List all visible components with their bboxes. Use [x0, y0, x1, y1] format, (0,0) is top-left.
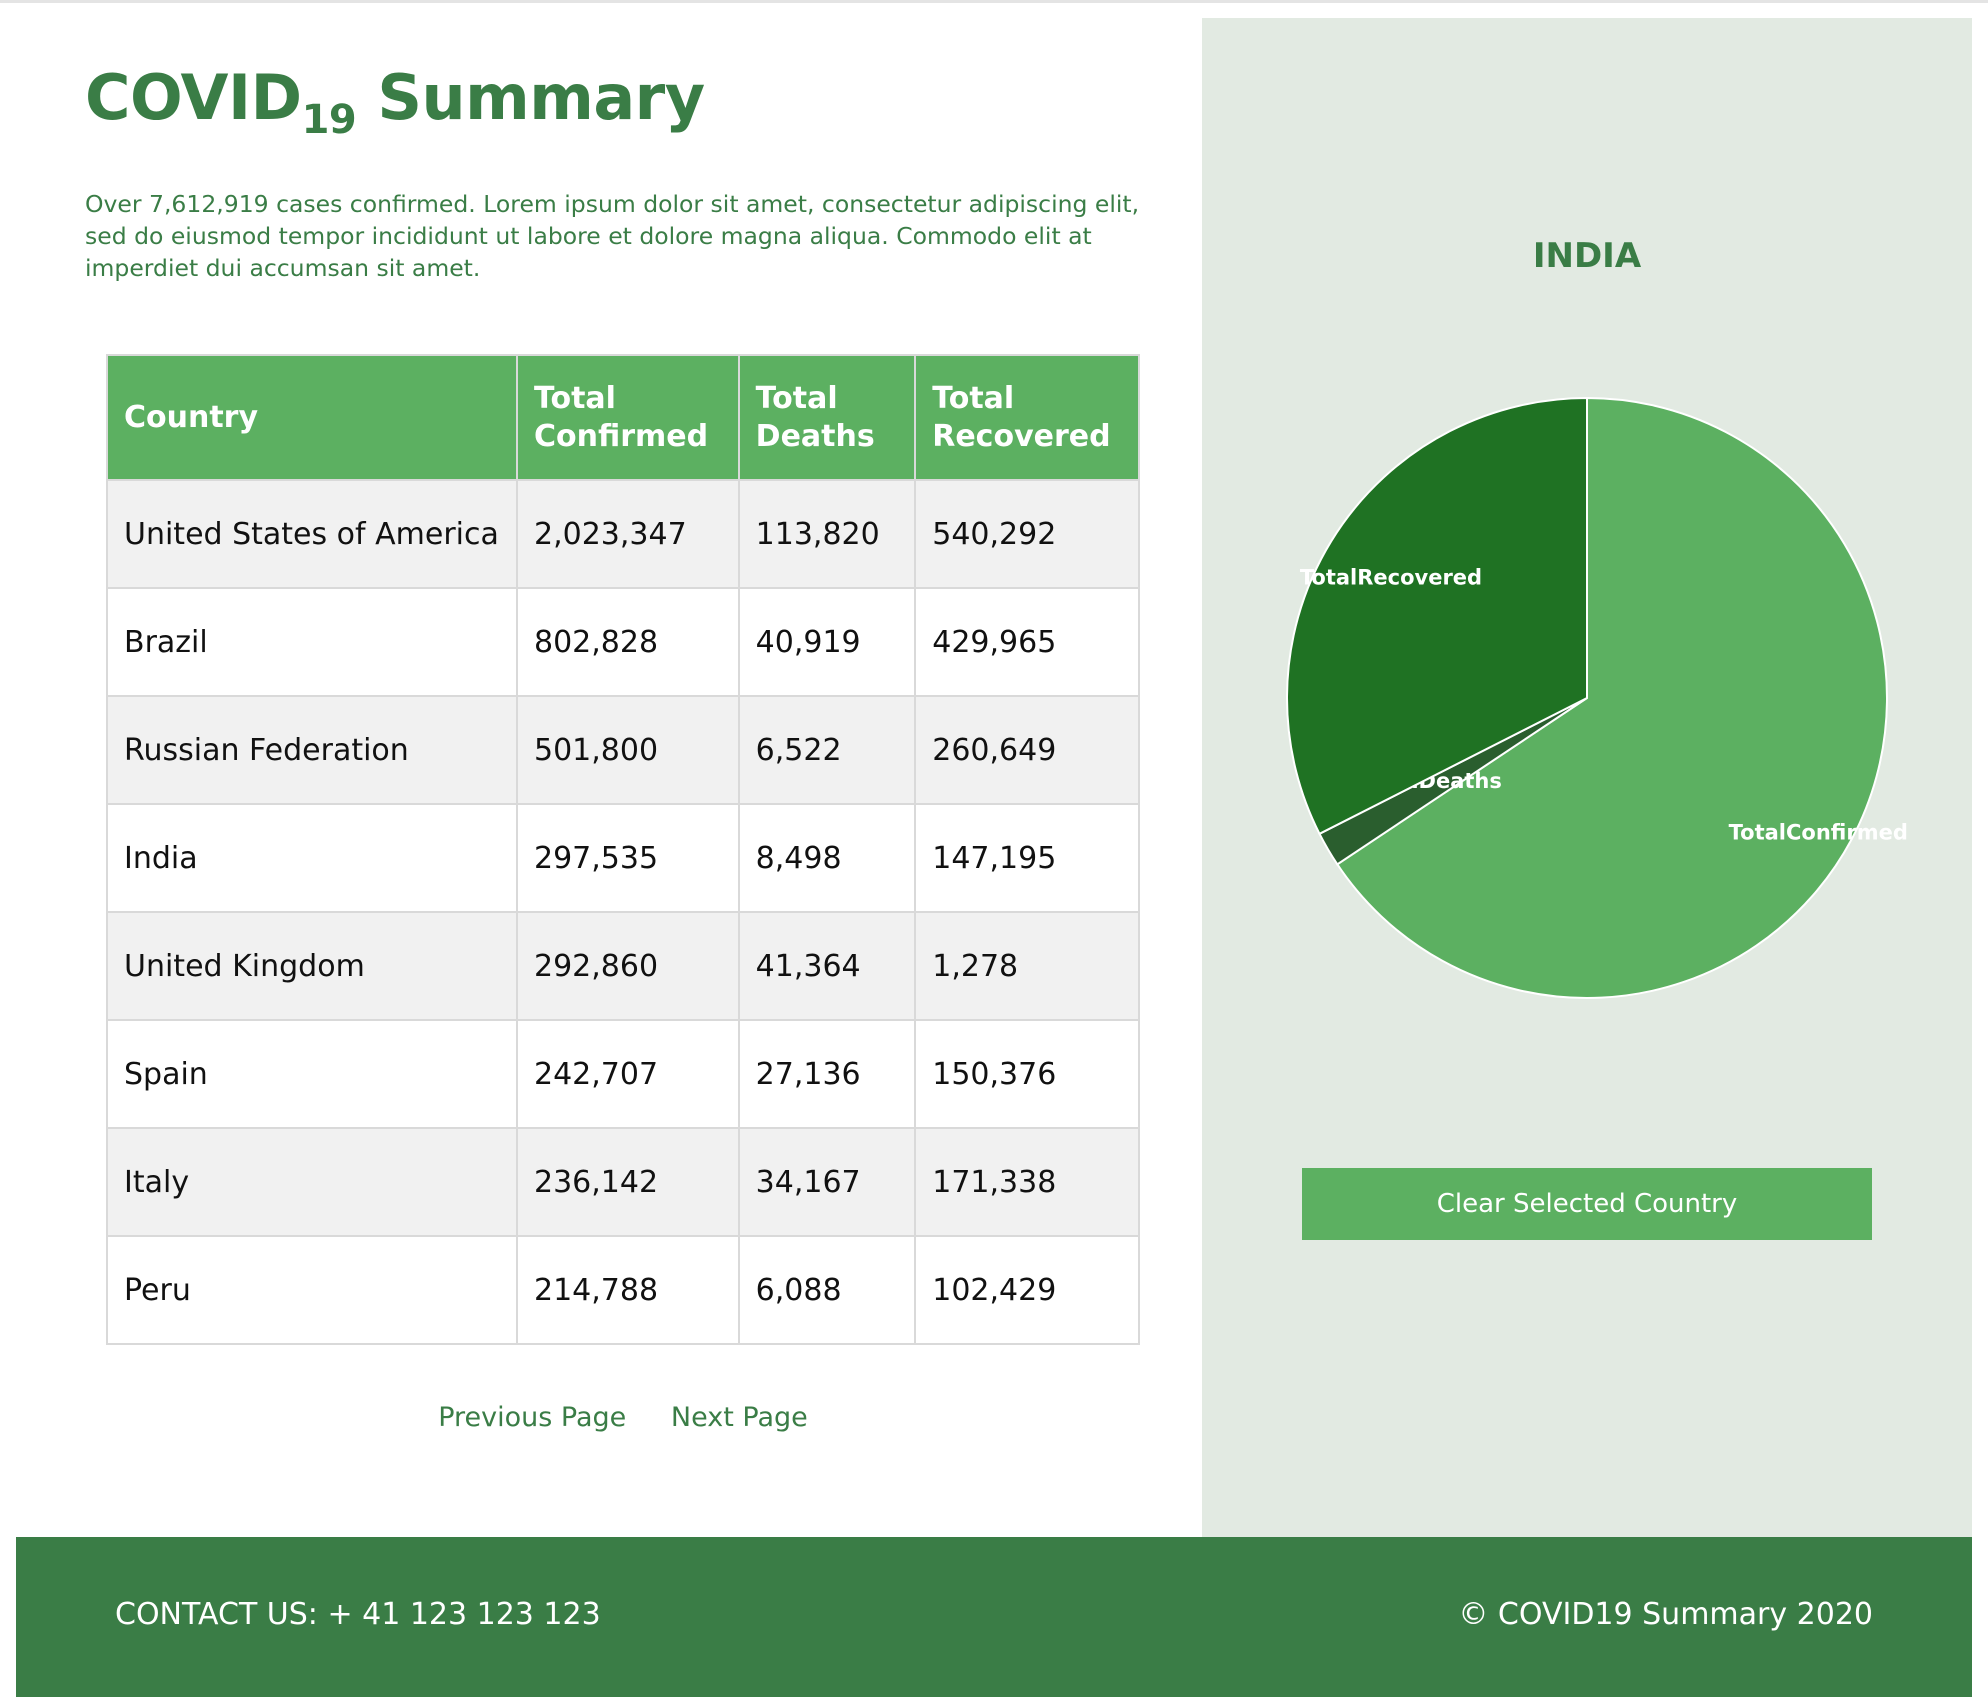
pie-label-totalconfirmed: TotalConfirmed [1729, 821, 1908, 845]
footer-copyright: © COVID19 Summary 2020 [1458, 1597, 1873, 1632]
column-header-recovered-line2: Recovered [932, 418, 1111, 454]
cell-confirmed: 297,535 [516, 803, 740, 913]
pie-label-totalrecovered: TotalRecovered [1300, 566, 1482, 590]
pie-chart-svg: TotalConfirmedtalDeathsTotalRecovered [1286, 396, 1908, 999]
column-header-recovered-line1: Total [932, 380, 1015, 416]
table-row[interactable]: Peru 214,788 6,088 102,429 [106, 1235, 1140, 1345]
cell-confirmed: 236,142 [516, 1127, 740, 1237]
cell-recovered: 171,338 [914, 1127, 1140, 1237]
column-header-deaths-line1: Total [755, 380, 838, 416]
cell-confirmed: 501,800 [516, 695, 740, 805]
column-header-country-label: Country [124, 399, 259, 435]
cell-country: United Kingdom [106, 911, 518, 1021]
cell-recovered: 147,195 [914, 803, 1140, 913]
table-row[interactable]: Brazil 802,828 40,919 429,965 [106, 587, 1140, 697]
cell-confirmed: 242,707 [516, 1019, 740, 1129]
cell-recovered: 150,376 [914, 1019, 1140, 1129]
column-header-deaths-line2: Deaths [755, 418, 875, 454]
cell-deaths: 6,522 [737, 695, 917, 805]
column-header-confirmed-line1: Total [534, 380, 616, 416]
cell-deaths: 113,820 [737, 479, 917, 589]
table-row[interactable]: Spain 242,707 27,136 150,376 [106, 1019, 1140, 1129]
clear-selected-country-button[interactable]: Clear Selected Country [1302, 1168, 1872, 1240]
cell-recovered: 102,429 [914, 1235, 1140, 1345]
table-row[interactable]: United States of America 2,023,347 113,8… [106, 479, 1140, 589]
column-header-recovered: Total Recovered [914, 354, 1140, 481]
title-rest: Summary [356, 61, 705, 134]
cell-recovered: 429,965 [914, 587, 1140, 697]
cell-confirmed: 2,023,347 [516, 479, 740, 589]
title-main: COVID [85, 61, 302, 134]
cell-deaths: 40,919 [737, 587, 917, 697]
pagination: Previous Page Next Page [0, 1402, 1246, 1433]
table-row[interactable]: Italy 236,142 34,167 171,338 [106, 1127, 1140, 1237]
table-row[interactable]: India 297,535 8,498 147,195 [106, 803, 1140, 913]
cell-recovered: 260,649 [914, 695, 1140, 805]
cell-confirmed: 292,860 [516, 911, 740, 1021]
main-content: COVID19 Summary Over 7,612,919 cases con… [0, 0, 1200, 1535]
column-header-confirmed-line2: Confirmed [534, 418, 709, 454]
next-page-link[interactable]: Next Page [671, 1402, 808, 1433]
column-header-country: Country [106, 354, 518, 481]
table-row[interactable]: Russian Federation 501,800 6,522 260,649 [106, 695, 1140, 805]
cell-country: United States of America [106, 479, 518, 589]
cell-country: Russian Federation [106, 695, 518, 805]
country-detail-panel: INDIA TotalConfirmed talDeaths TotalRecove… [1202, 18, 1972, 1538]
cell-country: India [106, 803, 518, 913]
cell-country: Peru [106, 1235, 518, 1345]
summary-table: Country Total Confirmed Total Deaths Total… [106, 354, 1140, 1345]
footer: CONTACT US: + 41 123 123 123 © COVID19 S… [16, 1537, 1972, 1697]
cell-deaths: 34,167 [737, 1127, 917, 1237]
column-header-confirmed: Total Confirmed [516, 354, 740, 481]
cell-deaths: 41,364 [737, 911, 917, 1021]
title-subscript: 19 [301, 97, 357, 143]
cell-deaths: 27,136 [737, 1019, 917, 1129]
previous-page-link[interactable]: Previous Page [438, 1402, 626, 1433]
cell-country: Italy [106, 1127, 518, 1237]
pie-chart: TotalConfirmed talDeaths TotalRecovered [1202, 18, 1972, 1118]
cell-recovered: 1,278 [914, 911, 1140, 1021]
footer-contact: CONTACT US: + 41 123 123 123 [115, 1597, 601, 1632]
table-header-row: Country Total Confirmed Total Deaths Total… [106, 354, 1140, 481]
table-row[interactable]: United Kingdom 292,860 41,364 1,278 [106, 911, 1140, 1021]
cell-country: Brazil [106, 587, 518, 697]
column-header-deaths: Total Deaths [737, 354, 917, 481]
cell-confirmed: 214,788 [516, 1235, 740, 1345]
page: COVID19 Summary Over 7,612,919 cases con… [0, 0, 1988, 1708]
cell-recovered: 540,292 [914, 479, 1140, 589]
cell-deaths: 8,498 [737, 803, 917, 913]
page-title: COVID19 Summary [85, 58, 705, 140]
cell-deaths: 6,088 [737, 1235, 917, 1345]
cell-country: Spain [106, 1019, 518, 1129]
intro-text: Over 7,612,919 cases confirmed. Lorem ip… [85, 190, 1140, 282]
cell-confirmed: 802,828 [516, 587, 740, 697]
